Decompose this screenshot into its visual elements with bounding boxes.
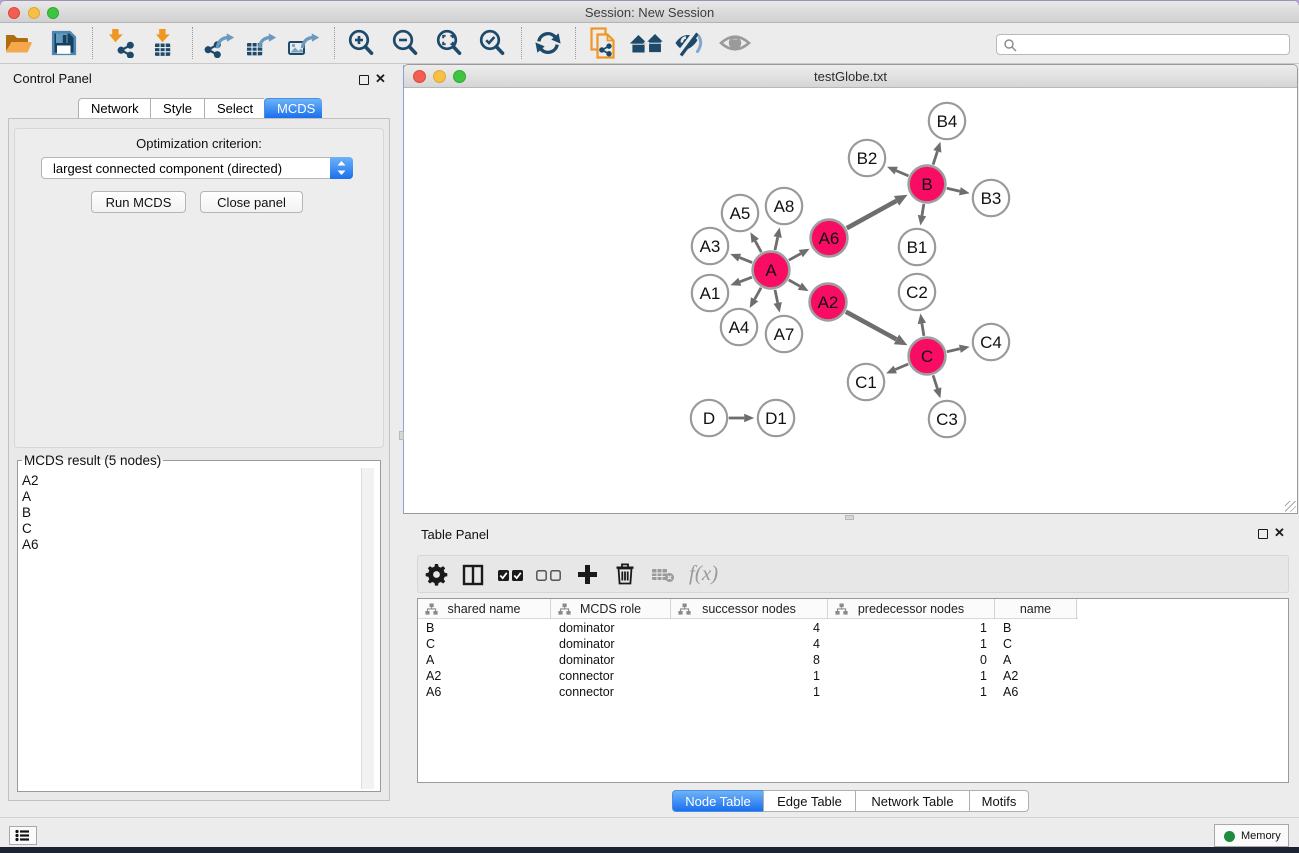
svg-text:B: B xyxy=(921,175,932,194)
svg-text:C1: C1 xyxy=(855,373,877,392)
svg-text:A4: A4 xyxy=(729,318,750,337)
svg-text:B3: B3 xyxy=(981,189,1002,208)
svg-text:A1: A1 xyxy=(700,284,721,303)
svg-text:C: C xyxy=(921,347,933,366)
svg-text:D: D xyxy=(703,409,715,428)
svg-text:C2: C2 xyxy=(906,283,928,302)
svg-text:A: A xyxy=(765,261,777,280)
svg-text:C4: C4 xyxy=(980,333,1002,352)
svg-text:A3: A3 xyxy=(700,237,721,256)
svg-text:A2: A2 xyxy=(818,293,839,312)
svg-text:A6: A6 xyxy=(819,229,840,248)
svg-text:B1: B1 xyxy=(907,238,928,257)
svg-text:B4: B4 xyxy=(937,112,958,131)
svg-text:A7: A7 xyxy=(774,325,795,344)
svg-text:A8: A8 xyxy=(774,197,795,216)
svg-text:A5: A5 xyxy=(730,204,751,223)
svg-text:B2: B2 xyxy=(857,149,878,168)
svg-text:D1: D1 xyxy=(765,409,787,428)
svg-text:C3: C3 xyxy=(936,410,958,429)
